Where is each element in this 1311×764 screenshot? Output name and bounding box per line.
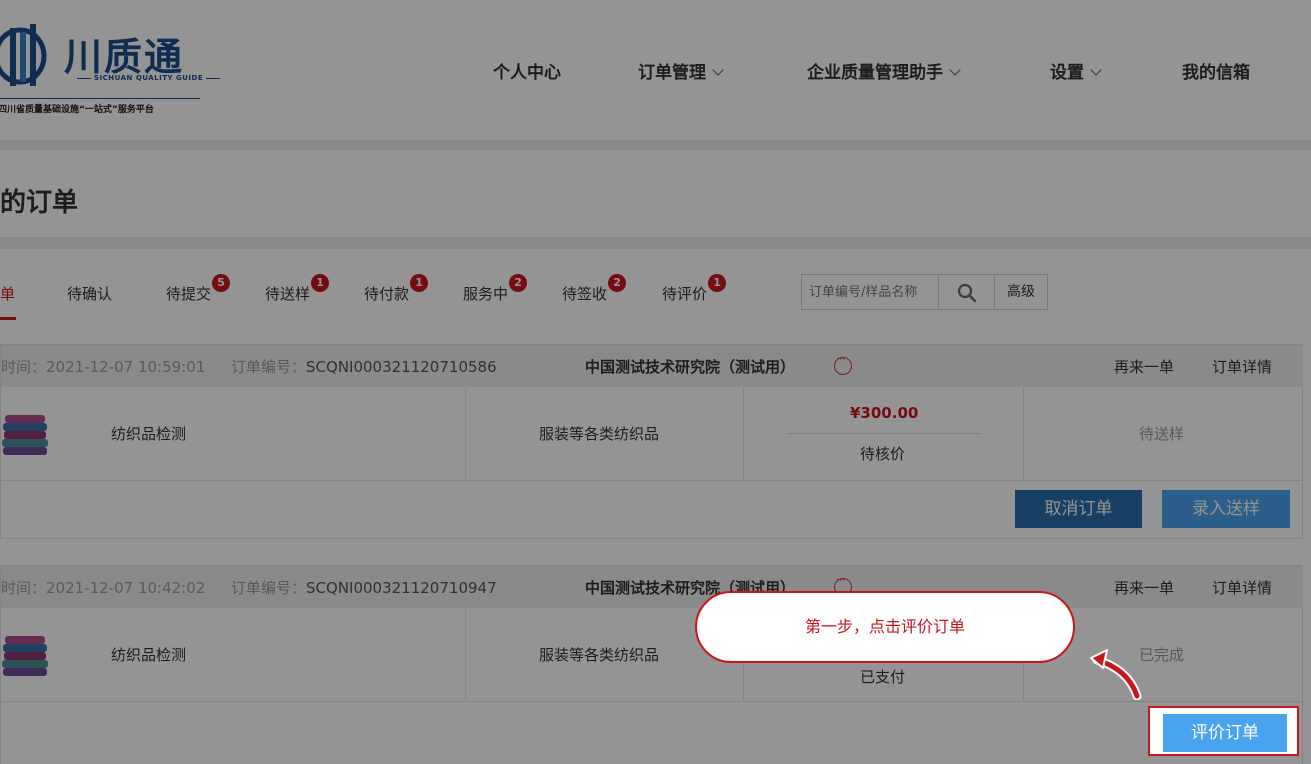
textile-thumbnail [2, 636, 48, 676]
order-search-input[interactable] [801, 274, 939, 310]
order-time-label: 时间： [1, 358, 47, 376]
item-category: 服装等各类纺织品 [539, 646, 660, 664]
advanced-search-button[interactable]: 高级 [994, 274, 1048, 310]
tab-pending-receipt[interactable]: 待签收 2 [562, 274, 627, 304]
active-tab-indicator [0, 317, 16, 320]
order-detail-link[interactable]: 订单详情 [1212, 356, 1272, 377]
brand-divider [0, 98, 200, 99]
item-name: 纺织品检测 [111, 646, 187, 664]
price-divider [788, 433, 980, 434]
order-header: 时间：2021-12-07 10:59:01 订单编号：SCQNI0003211… [1, 345, 1303, 387]
review-order-button[interactable]: 评价订单 [1163, 714, 1287, 752]
nav-label: 我的信箱 [1182, 63, 1250, 83]
cell-divider [465, 387, 466, 481]
order-number-value: SCQNI000321120710947 [306, 579, 497, 597]
order-time: 时间：2021-12-07 10:59:01 [1, 356, 205, 377]
price-status: 已支付 [860, 668, 906, 686]
order-number-label: 订单编号： [231, 579, 307, 597]
order-header: 时间：2021-12-07 10:42:02 订单编号：SCQNI0003211… [1, 566, 1303, 608]
nav-quality-assistant[interactable]: 企业质量管理助手 [807, 58, 961, 83]
chevron-down-icon [949, 64, 961, 76]
tab-pending-payment[interactable]: 待付款 1 [364, 274, 429, 304]
nav-label: 企业质量管理助手 [807, 63, 943, 83]
cell-divider [1023, 387, 1024, 481]
order-number-value: SCQNI000321120710586 [306, 358, 497, 376]
order-status: 已完成 [1139, 646, 1185, 664]
order-number: 订单编号：SCQNI000321120710586 [231, 356, 497, 377]
site-header: 川质通 SICHUAN QUALITY GUIDE 四川省质量基础设施“一站式”… [0, 0, 1311, 140]
section-divider [0, 237, 1311, 249]
count-badge: 1 [708, 274, 727, 292]
pointer-arrow-icon [1090, 649, 1142, 700]
item-category: 服装等各类纺织品 [539, 425, 660, 443]
order-detail-link[interactable]: 订单详情 [1212, 577, 1272, 598]
order-card: 时间：2021-12-07 10:59:01 订单编号：SCQNI0003211… [0, 344, 1303, 539]
count-badge: 1 [410, 274, 429, 292]
tab-label: 单 [0, 285, 16, 303]
order-institution: 中国测试技术研究院（测试用） [585, 358, 796, 376]
tab-label: 待送样 [265, 285, 311, 303]
item-name: 纺织品检测 [111, 425, 187, 443]
tab-pending-review[interactable]: 待评价 1 [662, 274, 727, 304]
reorder-link[interactable]: 再来一单 [1114, 356, 1174, 377]
chat-icon[interactable] [834, 352, 852, 375]
page-title: 的订单 [0, 188, 79, 218]
order-number: 订单编号：SCQNI000321120710947 [231, 577, 497, 598]
enter-sample-button[interactable]: 录入送样 [1162, 490, 1290, 528]
brand-slogan: 四川省质量基础设施“一站式”服务平台 [0, 105, 154, 115]
chevron-down-icon [1090, 64, 1102, 76]
search-icon [957, 283, 977, 303]
tab-label: 待提交 [166, 285, 212, 303]
highlight-frame: 评价订单 [1148, 706, 1299, 756]
count-badge: 2 [509, 274, 528, 292]
tab-label: 服务中 [463, 285, 509, 303]
order-time-value: 2021-12-07 10:59:01 [46, 358, 206, 376]
cancel-order-button[interactable]: 取消订单 [1015, 490, 1142, 528]
count-badge: 2 [608, 274, 627, 292]
tab-label: 待评价 [662, 285, 708, 303]
tab-pending-confirm[interactable]: 待确认 [67, 283, 112, 304]
chevron-down-icon [712, 64, 724, 76]
tab-label: 待签收 [562, 285, 608, 303]
nav-label: 设置 [1050, 63, 1084, 83]
count-badge: 1 [311, 274, 330, 292]
cell-divider [465, 608, 466, 702]
search-button[interactable] [938, 274, 995, 310]
price-status: 待核价 [860, 445, 906, 463]
main-nav: 个人中心 订单管理 企业质量管理助手 设置 我的信箱 [0, 58, 1311, 83]
nav-my-mailbox[interactable]: 我的信箱 [1182, 58, 1250, 83]
nav-settings[interactable]: 设置 [1050, 58, 1102, 83]
order-item-row: 纺织品检测 服装等各类纺织品 ¥300.00 待核价 待送样 [1, 387, 1303, 481]
tab-label: 待确认 [67, 285, 113, 303]
nav-order-management[interactable]: 订单管理 [638, 58, 724, 83]
nav-label: 订单管理 [638, 63, 706, 83]
order-status: 待送样 [1139, 425, 1185, 443]
tab-all-orders[interactable]: 单 [0, 283, 15, 304]
nav-label: 个人中心 [493, 63, 561, 83]
section-divider [0, 140, 1311, 150]
order-number-label: 订单编号： [231, 358, 307, 376]
tab-pending-submit[interactable]: 待提交 5 [166, 274, 231, 304]
order-time: 时间：2021-12-07 10:42:02 [1, 577, 205, 598]
tab-pending-sample[interactable]: 待送样 1 [265, 274, 330, 304]
reorder-link[interactable]: 再来一单 [1114, 577, 1174, 598]
tab-label: 待付款 [364, 285, 410, 303]
tab-in-service[interactable]: 服务中 2 [463, 274, 528, 304]
nav-personal-center[interactable]: 个人中心 [493, 58, 561, 83]
guide-callout: 第一步，点击评价订单 [695, 591, 1075, 663]
item-price: ¥300.00 [850, 404, 919, 422]
order-time-label: 时间： [1, 579, 47, 597]
cell-divider [743, 387, 744, 481]
count-badge: 5 [212, 274, 231, 292]
order-time-value: 2021-12-07 10:42:02 [46, 579, 206, 597]
textile-thumbnail [2, 415, 48, 455]
